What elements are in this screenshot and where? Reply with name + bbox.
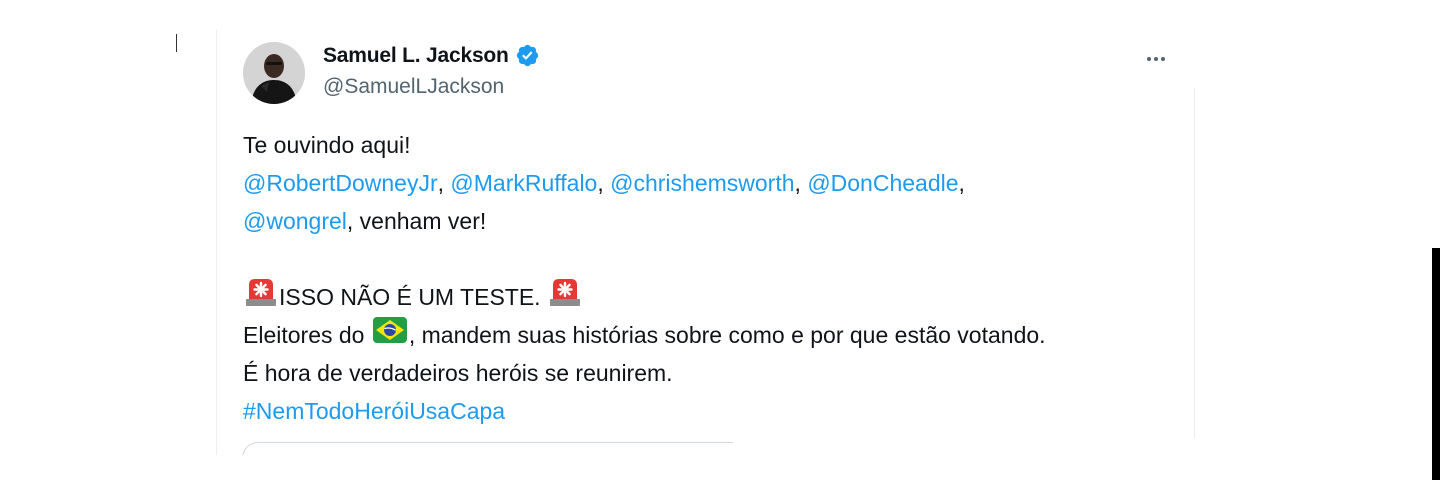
card-divider (1194, 88, 1195, 438)
comma: , (958, 170, 965, 196)
author-name[interactable]: Samuel L. Jackson (323, 44, 509, 68)
page-canvas: Samuel L. Jackson @SamuelLJackson Te ouv… (0, 0, 1440, 480)
alert-text: ISSO NÃO É UM TESTE. (279, 284, 547, 310)
tweet-text: Te ouvindo aqui! @RobertDowneyJr, @MarkR… (243, 126, 1183, 430)
tweet-line: Te ouvindo aqui! (243, 126, 1183, 164)
tweet-line-hashtag: #NemTodoHeróiUsaCapa (243, 392, 1183, 430)
tweet-line-heroes: É hora de verdadeiros heróis se reunirem… (243, 354, 1183, 392)
comma: , (597, 170, 611, 196)
comma: , (437, 170, 451, 196)
divider-mark (176, 34, 177, 52)
right-edge-bar (1432, 248, 1440, 480)
mention-chrishemsworth[interactable]: @chrishemsworth (610, 164, 794, 202)
mention-markruffalo[interactable]: @MarkRuffalo (450, 164, 597, 202)
tweet-line-alert: ISSO NÃO É UM TESTE. (243, 278, 1183, 316)
tweet-line-wong: @wongrel, venham ver! (243, 202, 1183, 240)
hashtag-link[interactable]: #NemTodoHeróiUsaCapa (243, 392, 505, 430)
line5-end: , mandem suas histórias sobre como e por… (408, 322, 1046, 348)
tweet-line-mentions: @RobertDowneyJr, @MarkRuffalo, @chrishem… (243, 164, 1183, 202)
bottom-crop (0, 455, 1440, 480)
tweet-card[interactable]: Samuel L. Jackson @SamuelLJackson Te ouv… (216, 30, 1197, 456)
tweet-line3-rest: , venham ver! (346, 208, 487, 234)
tweet-line-voters: Eleitores do , mandem suas histórias sob… (243, 316, 1183, 354)
mention-doncheadle[interactable]: @DonCheadle (807, 164, 958, 202)
mention-robertdowneyjr[interactable]: @RobertDowneyJr (243, 164, 438, 202)
line5-start: Eleitores do (243, 322, 371, 348)
siren-emoji-icon (245, 277, 277, 318)
avatar-image (243, 42, 305, 104)
tweet-line1: Te ouvindo aqui! (243, 132, 411, 158)
verified-badge-icon (515, 43, 540, 68)
author-handle[interactable]: @SamuelLJackson (323, 75, 504, 99)
line6: É hora de verdadeiros heróis se reunirem… (243, 360, 673, 386)
author-name-row: Samuel L. Jackson (323, 43, 540, 68)
comma: , (794, 170, 808, 196)
brazil-flag-emoji-icon (372, 316, 407, 354)
more-button[interactable] (1141, 44, 1171, 74)
more-horizontal-icon (1147, 57, 1165, 61)
avatar[interactable] (243, 42, 305, 104)
siren-emoji-icon (549, 277, 581, 318)
mention-wongrel[interactable]: @wongrel (243, 202, 347, 240)
